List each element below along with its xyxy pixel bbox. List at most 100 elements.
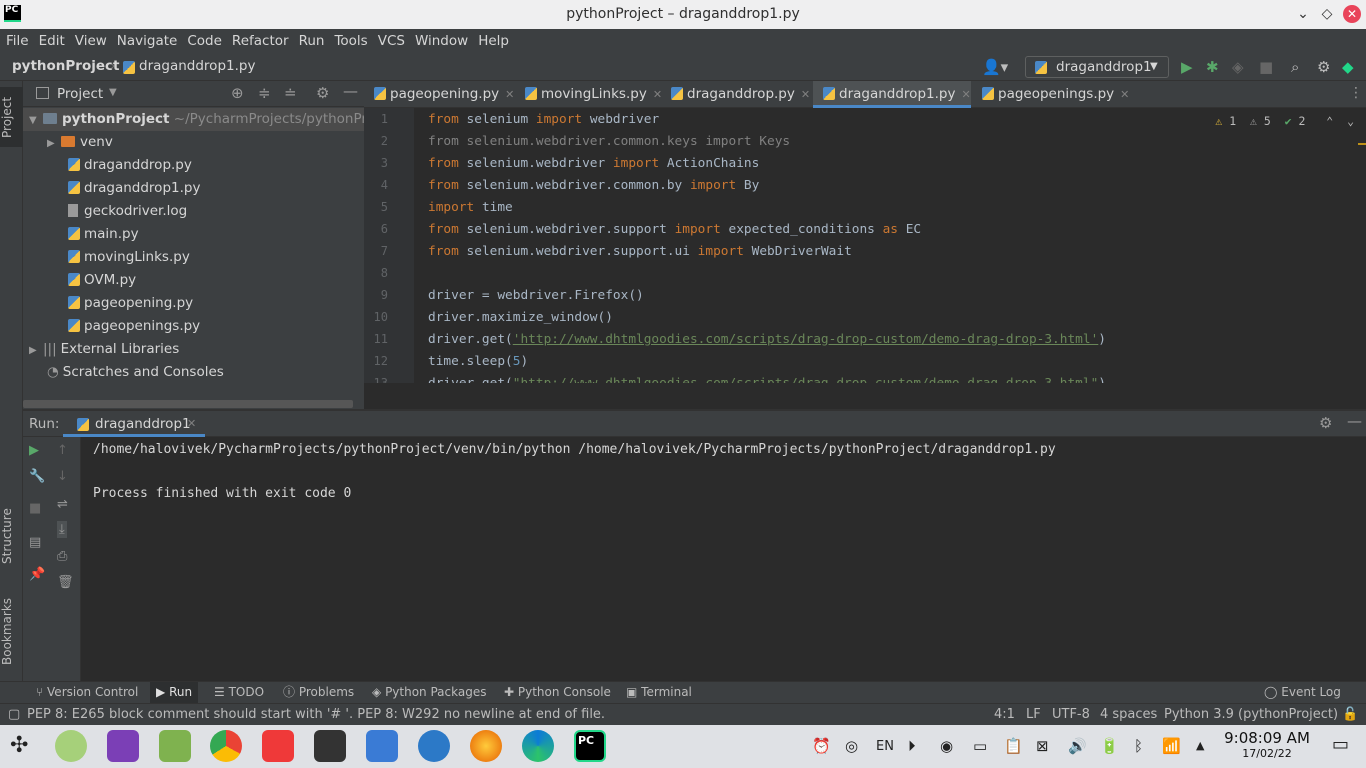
tab-todo[interactable]: ☰ TODO bbox=[208, 682, 270, 703]
tree-item-file[interactable]: pageopenings.py bbox=[23, 315, 364, 338]
onenote-icon[interactable] bbox=[107, 730, 139, 762]
menu-navigate[interactable]: Navigate bbox=[112, 29, 183, 54]
tree-item-external-libraries[interactable]: ▶ ||| External Libraries bbox=[23, 338, 364, 361]
chrome-icon[interactable] bbox=[210, 730, 242, 762]
locate-icon[interactable]: ⊕ bbox=[231, 84, 244, 102]
disk-icon[interactable]: ▭ bbox=[973, 737, 987, 755]
wifi-icon[interactable]: 📶 bbox=[1162, 737, 1181, 755]
stop-icon[interactable]: ■ bbox=[1259, 58, 1273, 76]
clock-app-icon[interactable] bbox=[55, 730, 87, 762]
menu-run[interactable]: Run bbox=[294, 29, 330, 54]
tree-item-file[interactable]: movingLinks.py bbox=[23, 246, 364, 269]
clipboard-icon[interactable]: 📋 bbox=[1004, 737, 1023, 755]
run-icon[interactable]: ▶ bbox=[1181, 58, 1193, 76]
tree-item-file[interactable]: draganddrop.py bbox=[23, 154, 364, 177]
inspection-widget[interactable]: ⚠ 1 ⚠ 5 ✔ 2 ⌃ ⌄ bbox=[1215, 114, 1354, 128]
run-configuration-select[interactable]: draganddrop1 ▼ bbox=[1025, 56, 1169, 78]
tab-event-log[interactable]: ◯ Event Log bbox=[1258, 682, 1347, 703]
minimize-button[interactable]: ⌄ bbox=[1294, 5, 1312, 23]
search-icon[interactable]: ⌕ bbox=[1291, 58, 1299, 76]
lock-icon[interactable]: 🔓 bbox=[1342, 707, 1358, 722]
chevron-down-icon[interactable]: ▼ bbox=[109, 87, 117, 98]
volume-icon[interactable]: 🔊 bbox=[1068, 737, 1087, 755]
breadcrumb-project[interactable]: pythonProject bbox=[12, 58, 119, 74]
scroll-to-end-icon[interactable]: ⤓ bbox=[57, 521, 67, 538]
expand-all-icon[interactable]: ≑ bbox=[258, 84, 271, 102]
collapse-all-icon[interactable]: ≐ bbox=[284, 84, 297, 102]
menu-edit[interactable]: Edit bbox=[34, 29, 70, 54]
close-icon[interactable]: ✕ bbox=[505, 88, 514, 101]
run-tab[interactable]: draganddrop1 ✕ bbox=[63, 411, 205, 437]
breadcrumb-file[interactable]: draganddrop1.py bbox=[139, 58, 255, 74]
menu-file[interactable]: File bbox=[0, 29, 34, 54]
project-view-select[interactable]: Project bbox=[57, 86, 103, 102]
file-manager-icon[interactable] bbox=[366, 730, 398, 762]
more-options-icon[interactable]: ⋮ bbox=[1349, 85, 1363, 101]
arrow-up-icon[interactable]: ↑ bbox=[57, 443, 68, 458]
tab-run[interactable]: ▶ Run bbox=[150, 682, 199, 703]
menu-refactor[interactable]: Refactor bbox=[227, 29, 294, 54]
show-desktop-icon[interactable]: ▭ bbox=[1332, 734, 1349, 755]
trash-icon[interactable]: 🗑 bbox=[57, 575, 74, 590]
tab-pageopening[interactable]: pageopening.py ✕ bbox=[364, 81, 514, 108]
torrent-icon[interactable]: ◉ bbox=[940, 737, 953, 755]
status-message[interactable]: PEP 8: E265 block comment should start w… bbox=[27, 707, 605, 722]
pin-icon[interactable]: 📌 bbox=[29, 567, 45, 582]
maximize-button[interactable]: ◇ bbox=[1318, 5, 1336, 23]
close-icon[interactable]: ✕ bbox=[801, 88, 810, 101]
debug-icon[interactable]: ✱ bbox=[1206, 58, 1219, 76]
menu-help[interactable]: Help bbox=[473, 29, 514, 54]
firefox-icon[interactable] bbox=[470, 730, 502, 762]
tab-draganddrop[interactable]: draganddrop.py ✕ bbox=[661, 81, 813, 108]
soft-wrap-icon[interactable]: ⇌ bbox=[57, 497, 68, 512]
tab-version-control[interactable]: ⑂ Version Control bbox=[30, 682, 144, 703]
tab-python-console[interactable]: ✚ Python Console bbox=[498, 682, 617, 703]
close-icon[interactable]: ✕ bbox=[1120, 88, 1129, 101]
tab-movinglinks[interactable]: movingLinks.py ✕ bbox=[515, 81, 662, 108]
menu-code[interactable]: Code bbox=[182, 29, 227, 54]
tree-item-file[interactable]: main.py bbox=[23, 223, 364, 246]
pycharm-taskbar-icon[interactable]: PC bbox=[574, 730, 606, 762]
project-horizontal-scrollbar[interactable] bbox=[23, 400, 353, 408]
status-panel-icon[interactable]: ▢ bbox=[8, 707, 20, 722]
terminal-app-icon[interactable] bbox=[314, 730, 346, 762]
menu-window[interactable]: Window bbox=[410, 29, 473, 54]
tree-root[interactable]: ▼ pythonProject ~/PycharmProjects/pythonP… bbox=[23, 108, 364, 131]
close-icon[interactable]: ✕ bbox=[961, 88, 970, 101]
print-icon[interactable]: ⎙ bbox=[57, 549, 67, 564]
keyboard-language[interactable]: EN bbox=[876, 739, 894, 754]
hide-panel-icon[interactable]: — bbox=[1347, 412, 1362, 430]
caret-position[interactable]: 4:1 bbox=[994, 707, 1015, 722]
close-button[interactable]: ✕ bbox=[1343, 5, 1361, 23]
edge-icon[interactable] bbox=[522, 730, 554, 762]
pycharm-icon[interactable]: ◆ bbox=[1342, 58, 1354, 76]
tree-item-file[interactable]: OVM.py bbox=[23, 269, 364, 292]
vivaldi-icon[interactable] bbox=[262, 730, 294, 762]
menu-tools[interactable]: Tools bbox=[329, 29, 372, 54]
app-launcher-icon[interactable]: ✣ bbox=[10, 733, 28, 758]
tree-item-file[interactable]: geckodriver.log bbox=[23, 200, 364, 223]
rerun-icon[interactable]: ▶ bbox=[29, 443, 39, 458]
indent-setting[interactable]: 4 spaces bbox=[1100, 707, 1157, 722]
tree-item-scratches[interactable]: ◔ Scratches and Consoles bbox=[23, 361, 364, 384]
text-editor-icon[interactable] bbox=[159, 730, 191, 762]
screenshot-icon[interactable]: ⊠ bbox=[1036, 737, 1049, 755]
tab-problems[interactable]: ⓘ Problems bbox=[277, 682, 360, 703]
python-interpreter[interactable]: Python 3.9 (pythonProject) bbox=[1164, 707, 1338, 722]
chevron-down-icon[interactable]: ⌄ bbox=[1347, 114, 1354, 128]
coverage-icon[interactable]: ◈ bbox=[1232, 58, 1244, 76]
bluetooth-icon[interactable]: ᛒ bbox=[1134, 737, 1143, 755]
battery-icon[interactable]: 🔋 bbox=[1100, 737, 1119, 755]
chevron-up-icon[interactable]: ⌃ bbox=[1326, 114, 1333, 128]
hide-panel-icon[interactable]: — bbox=[343, 82, 358, 100]
tree-item-file[interactable]: pageopening.py bbox=[23, 292, 364, 315]
gear-icon[interactable]: ⚙ bbox=[316, 84, 329, 102]
line-separator[interactable]: LF bbox=[1026, 707, 1041, 722]
alarm-icon[interactable]: ⏰ bbox=[812, 737, 831, 755]
gear-icon[interactable]: ⚙ bbox=[1317, 58, 1330, 76]
tab-draganddrop1[interactable]: draganddrop1.py ✕ bbox=[813, 81, 971, 108]
project-tool-tab[interactable]: Project bbox=[0, 87, 23, 147]
tree-item-file[interactable]: draganddrop1.py bbox=[23, 177, 364, 200]
gear-icon[interactable]: ⚙ bbox=[1319, 414, 1332, 432]
tab-python-packages[interactable]: ◈ Python Packages bbox=[366, 682, 492, 703]
